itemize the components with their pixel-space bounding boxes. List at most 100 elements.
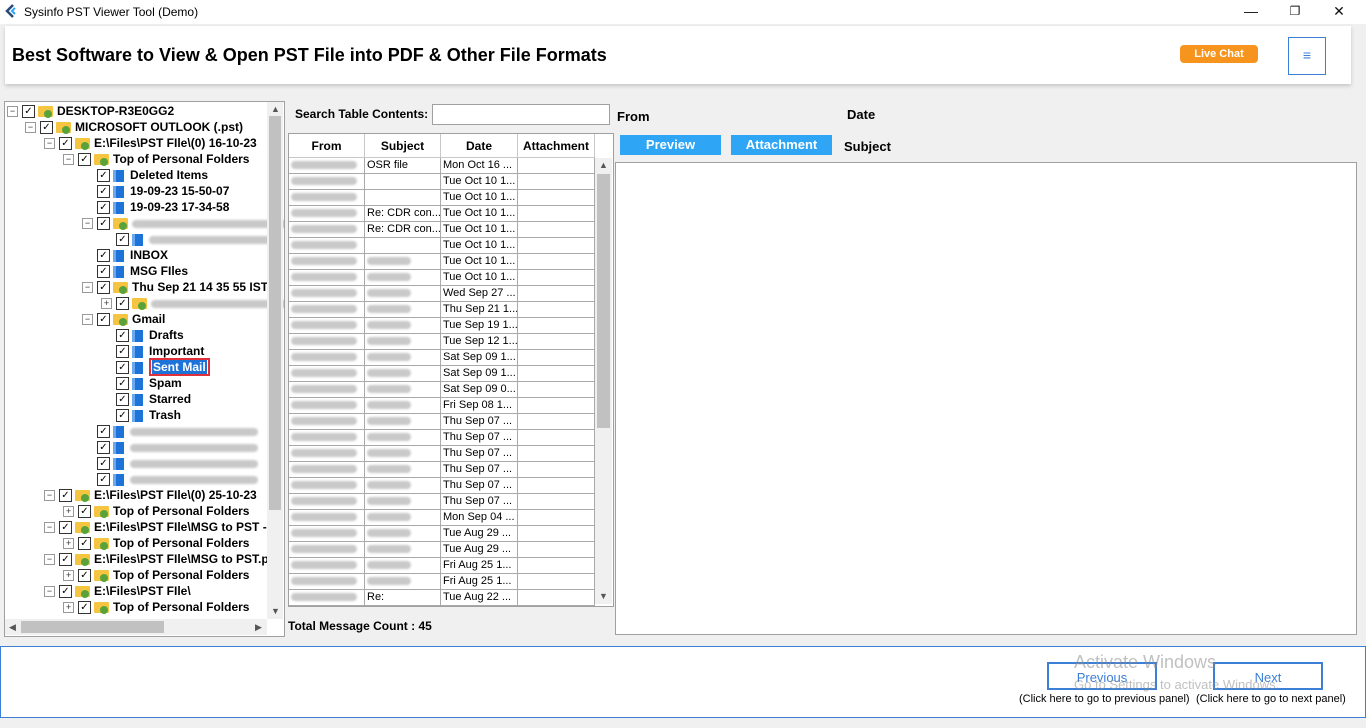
tree-node-label[interactable]: E:\Files\PST FIle\(0) 16-10-23: [94, 136, 257, 150]
collapse-icon[interactable]: −: [63, 154, 74, 166]
tree-node-label[interactable]: 19-09-23 15-50-07: [130, 184, 229, 198]
table-row[interactable]: Tue Oct 10 1...: [289, 238, 595, 254]
minimize-button[interactable]: —: [1228, 0, 1274, 24]
table-row[interactable]: Re: Tue Aug 22 ...: [289, 590, 595, 606]
table-row[interactable]: Thu Sep 07 ...: [289, 430, 595, 446]
table-row[interactable]: Thu Sep 07 ...: [289, 494, 595, 510]
checkbox-checked-icon[interactable]: ✓: [97, 473, 110, 487]
collapse-icon[interactable]: −: [44, 554, 55, 566]
tree-node-label[interactable]: E:\Files\PST FIle\MSG to PST -: [94, 520, 267, 534]
checkbox-checked-icon[interactable]: ✓: [97, 185, 110, 199]
tree-node-label[interactable]: E:\Files\PST FIle\MSG to PST.p: [94, 552, 269, 566]
collapse-icon[interactable]: −: [44, 586, 55, 598]
tree-node[interactable]: + ✓ Top of Personal Folders: [63, 504, 249, 520]
table-row[interactable]: Thu Sep 07 ...: [289, 478, 595, 494]
tree-node[interactable]: + ✓ Top of Personal Folders: [63, 536, 249, 552]
checkbox-checked-icon[interactable]: ✓: [97, 265, 110, 279]
tree-node[interactable]: ✓ Drafts: [101, 328, 184, 344]
column-header-subject[interactable]: Subject: [365, 134, 441, 158]
expand-icon[interactable]: +: [63, 602, 74, 614]
checkbox-checked-icon[interactable]: ✓: [116, 233, 129, 247]
table-row[interactable]: Tue Oct 10 1...: [289, 190, 595, 206]
selected-folder-highlight[interactable]: Sent Mail: [149, 358, 210, 376]
table-row[interactable]: Thu Sep 07 ...: [289, 462, 595, 478]
tree-node[interactable]: ✓ Deleted Items: [82, 168, 208, 184]
preview-button[interactable]: Preview: [620, 135, 721, 155]
checkbox-checked-icon[interactable]: ✓: [116, 361, 129, 375]
collapse-icon[interactable]: −: [82, 218, 93, 230]
table-row[interactable]: Tue Oct 10 1...: [289, 254, 595, 270]
attachment-button[interactable]: Attachment: [731, 135, 832, 155]
collapse-icon[interactable]: −: [44, 522, 55, 534]
live-chat-button[interactable]: Live Chat: [1180, 45, 1258, 63]
expand-icon[interactable]: +: [101, 298, 112, 310]
tree-node-label[interactable]: Top of Personal Folders: [113, 504, 249, 518]
tree-node[interactable]: − ✓ E:\Files\PST FIle\(0) 16-10-23: [44, 136, 257, 152]
scroll-right-icon[interactable]: ▶: [255, 622, 262, 633]
checkbox-checked-icon[interactable]: ✓: [97, 169, 110, 183]
table-row[interactable]: Tue Aug 29 ...: [289, 542, 595, 558]
scroll-down-icon[interactable]: ▼: [271, 606, 280, 616]
tree-node-label[interactable]: Gmail: [132, 312, 165, 326]
checkbox-checked-icon[interactable]: ✓: [97, 425, 110, 439]
table-row[interactable]: Tue Sep 19 1...: [289, 318, 595, 334]
tree-hscroll-thumb[interactable]: [21, 621, 164, 633]
expand-icon[interactable]: +: [63, 538, 74, 550]
checkbox-checked-icon[interactable]: ✓: [78, 505, 91, 519]
tree-node[interactable]: + ✓ Top of Personal Folders: [63, 600, 249, 616]
table-row[interactable]: Tue Oct 10 1...: [289, 174, 595, 190]
tree-node-label[interactable]: Drafts: [149, 328, 184, 342]
tree-node[interactable]: − ✓ E:\Files\PST FIle\(0) 25-10-23: [44, 488, 257, 504]
tree-node-label[interactable]: Trash: [149, 408, 181, 422]
scroll-up-icon[interactable]: ▲: [271, 104, 280, 114]
tree-node-label[interactable]: Thu Sep 21 14 35 55 IST: [132, 280, 268, 294]
table-row[interactable]: Thu Sep 21 1...: [289, 302, 595, 318]
collapse-icon[interactable]: −: [44, 490, 55, 502]
checkbox-checked-icon[interactable]: ✓: [116, 409, 129, 423]
tree-node-label[interactable]: Deleted Items: [130, 168, 208, 182]
table-row[interactable]: Re: CDR con... Tue Oct 10 1...: [289, 206, 595, 222]
tree-vertical-scrollbar[interactable]: ▲ ▼: [267, 102, 283, 619]
tree-node[interactable]: ✓ INBOX: [82, 248, 168, 264]
tree-node[interactable]: − ✓ Thu Sep 21 14 35 55 IST: [82, 280, 268, 296]
tree-node[interactable]: ✓: [82, 424, 258, 440]
folder-tree[interactable]: − ✓ DESKTOP-R3E0GG2− ✓ MICROSOFT OUTLOOK (.p…: [4, 101, 285, 637]
checkbox-checked-icon[interactable]: ✓: [116, 377, 129, 391]
message-table[interactable]: From Subject Date Attachment OSR file Mon…: [288, 133, 614, 607]
checkbox-checked-icon[interactable]: ✓: [97, 457, 110, 471]
tree-node[interactable]: ✓: [82, 440, 258, 456]
table-row[interactable]: Re: CDR con... Tue Oct 10 1...: [289, 222, 595, 238]
tree-node[interactable]: ✓ Sent Mail: [101, 358, 210, 376]
tree-scroll-thumb[interactable]: [269, 116, 281, 510]
tree-node-label[interactable]: Important: [149, 344, 204, 358]
tree-node-label[interactable]: Spam: [149, 376, 182, 390]
tree-node[interactable]: + ✓: [101, 296, 284, 312]
tree-node-label[interactable]: Top of Personal Folders: [113, 568, 249, 582]
checkbox-checked-icon[interactable]: ✓: [59, 489, 72, 503]
table-row[interactable]: Fri Sep 08 1...: [289, 398, 595, 414]
checkbox-checked-icon[interactable]: ✓: [97, 441, 110, 455]
checkbox-checked-icon[interactable]: ✓: [116, 297, 129, 311]
checkbox-checked-icon[interactable]: ✓: [78, 601, 91, 615]
checkbox-checked-icon[interactable]: ✓: [97, 281, 110, 295]
tree-node-label[interactable]: INBOX: [130, 248, 168, 262]
tree-node-label[interactable]: Top of Personal Folders: [113, 152, 249, 166]
tree-node[interactable]: ✓ Starred: [101, 392, 191, 408]
hamburger-menu-button[interactable]: ≡: [1288, 37, 1326, 75]
tree-node-label[interactable]: 19-09-23 17-34-58: [130, 200, 229, 214]
tree-node-label[interactable]: Sent Mail: [152, 360, 207, 374]
tree-node-label[interactable]: MICROSOFT OUTLOOK (.pst): [75, 120, 243, 134]
table-row[interactable]: Thu Sep 07 ...: [289, 414, 595, 430]
scroll-left-icon[interactable]: ◀: [9, 622, 16, 633]
tree-node[interactable]: − ✓ E:\Files\PST FIle\MSG to PST.p: [44, 552, 269, 568]
tree-node[interactable]: − ✓ Top of Personal Folders: [63, 152, 249, 168]
checkbox-checked-icon[interactable]: ✓: [97, 201, 110, 215]
table-row[interactable]: Mon Sep 04 ...: [289, 510, 595, 526]
tree-node[interactable]: − ✓ MICROSOFT OUTLOOK (.pst): [25, 120, 243, 136]
tree-node-label[interactable]: Top of Personal Folders: [113, 536, 249, 550]
checkbox-checked-icon[interactable]: ✓: [97, 313, 110, 327]
table-row[interactable]: Wed Sep 27 ...: [289, 286, 595, 302]
table-row[interactable]: OSR file Mon Oct 16 ...: [289, 158, 595, 174]
tree-node[interactable]: ✓: [101, 232, 279, 248]
table-row[interactable]: Sat Sep 09 1...: [289, 366, 595, 382]
